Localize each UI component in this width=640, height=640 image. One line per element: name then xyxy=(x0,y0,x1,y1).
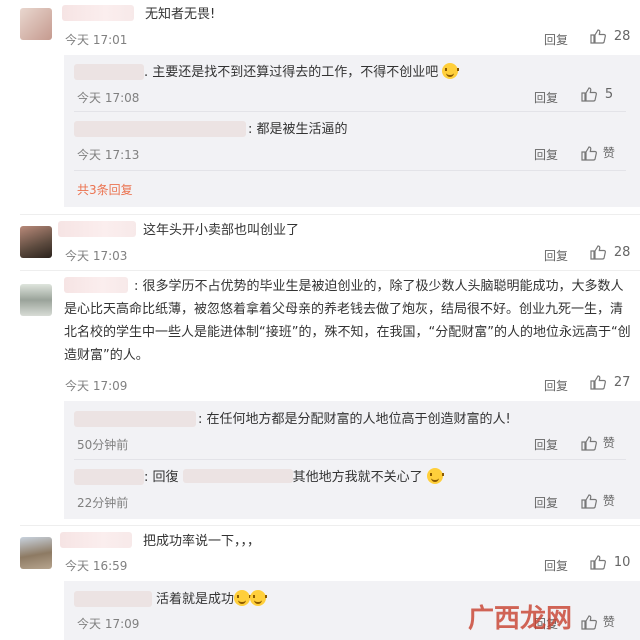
avatar[interactable] xyxy=(20,537,52,569)
comment-divider xyxy=(20,270,640,271)
avatar[interactable] xyxy=(20,226,52,258)
comment-divider xyxy=(20,214,640,215)
comment-line: 北名校的学生中一些人是能进体制“接班”的，殊不知，在我国，“分配财富”的人的地位… xyxy=(64,325,631,340)
comment-time: 今天 17:01 xyxy=(65,33,128,47)
expand-replies-link[interactable]: 共3条回复 xyxy=(77,181,133,198)
comment-time: 今天 17:09 xyxy=(65,379,128,393)
reply-text: . 主要还是找不到还算过得去的工作，不得不创业吧 xyxy=(144,63,460,83)
thumbs-up-icon xyxy=(590,29,606,44)
like-label: 赞 xyxy=(602,146,615,160)
comment-text: 这年头开小卖部也叫创业了 xyxy=(143,223,300,238)
reply-time: 22分钟前 xyxy=(77,496,129,510)
reply-text: : 在任何地方都是分配财富的人地位高于创造财富的人! xyxy=(198,412,511,427)
grin-emoji xyxy=(426,468,444,484)
comment-line: 造财富”的人。 xyxy=(64,348,149,363)
reply-username[interactable] xyxy=(74,591,152,607)
like-button[interactable]: 28 xyxy=(590,245,630,260)
reply-time: 今天 17:13 xyxy=(77,148,140,162)
reply-username[interactable] xyxy=(74,64,144,80)
watermark: 广西龙网 xyxy=(468,598,572,635)
like-button[interactable]: 28 xyxy=(590,29,630,44)
comment-time: 今天 17:03 xyxy=(65,249,128,263)
username[interactable] xyxy=(62,5,134,21)
comment-text: 把成功率说一下，，， xyxy=(143,534,261,549)
like-button[interactable]: 10 xyxy=(590,555,630,570)
username[interactable] xyxy=(58,221,136,237)
thumbs-up-icon xyxy=(581,615,597,630)
reply-time: 50分钟前 xyxy=(77,438,129,452)
reply-text: 活着就是成功 xyxy=(156,590,268,610)
reply-button[interactable]: 回复 xyxy=(544,557,568,574)
reply-button[interactable]: 回复 xyxy=(534,494,558,511)
like-label: 赞 xyxy=(602,494,615,508)
laugh-cry-emoji xyxy=(442,63,460,79)
reply-time: 今天 17:08 xyxy=(77,91,140,105)
thumbs-up-icon xyxy=(590,375,606,390)
like-button[interactable]: 赞 xyxy=(581,492,615,509)
like-count: 5 xyxy=(604,87,614,102)
like-button[interactable]: 赞 xyxy=(581,434,615,451)
username[interactable] xyxy=(60,532,132,548)
reply-username[interactable] xyxy=(74,411,196,427)
reply-button[interactable]: 回复 xyxy=(544,377,568,394)
like-button[interactable]: 5 xyxy=(581,87,613,102)
comment-divider xyxy=(20,525,640,526)
watermark-text: 广西龙网 xyxy=(468,604,573,634)
reply-text: : 都是被生活逼的 xyxy=(248,122,348,137)
laugh-cry-emoji xyxy=(250,590,268,606)
reply-time: 今天 17:09 xyxy=(77,617,140,631)
reply-text: : 回復 其他地方我就不关心了 xyxy=(144,468,444,488)
reply-username[interactable] xyxy=(74,469,144,485)
thumbs-up-icon xyxy=(581,494,597,509)
reply-button[interactable]: 回复 xyxy=(534,89,558,106)
comment-time: 今天 16:59 xyxy=(65,559,128,573)
like-button[interactable]: 赞 xyxy=(581,613,615,630)
like-count: 27 xyxy=(613,375,631,390)
like-label: 赞 xyxy=(602,436,615,450)
comment-line: : 很多学历不占优势的毕业生是被迫创业的，除了极少数人头脑聪明能成功，大多数人 xyxy=(134,279,624,294)
reply-button[interactable]: 回复 xyxy=(544,247,568,264)
like-count: 28 xyxy=(613,29,631,44)
avatar[interactable] xyxy=(20,284,52,316)
reply-mention[interactable] xyxy=(182,469,293,483)
reply-button[interactable]: 回复 xyxy=(534,436,558,453)
avatar[interactable] xyxy=(20,8,52,40)
reply-username[interactable] xyxy=(74,121,246,137)
comment-text: : 很多学历不占优势的毕业生是被迫创业的，除了极少数人头脑聪明能成功，大多数人 … xyxy=(64,275,640,367)
like-count: 10 xyxy=(613,555,631,570)
thumbs-up-icon xyxy=(581,146,597,161)
comment-line: 是心比天高命比纸薄，被忽悠着拿着父母亲的养老钱去做了炮灰，结局很不好。创业九死一… xyxy=(64,302,624,317)
thumbs-up-icon xyxy=(581,436,597,451)
divider xyxy=(74,170,626,171)
like-label: 赞 xyxy=(602,615,615,629)
like-button[interactable]: 赞 xyxy=(581,144,615,161)
like-count: 28 xyxy=(613,245,631,260)
thumbs-up-icon xyxy=(590,555,606,570)
divider xyxy=(74,111,626,112)
reply-button[interactable]: 回复 xyxy=(544,31,568,48)
divider xyxy=(74,459,626,460)
laugh-cry-emoji xyxy=(234,590,252,606)
thumbs-up-icon xyxy=(581,87,597,102)
comment-text: 无知者无畏! xyxy=(145,7,216,22)
reply-button[interactable]: 回复 xyxy=(534,146,558,163)
like-button[interactable]: 27 xyxy=(590,375,630,390)
thumbs-up-icon xyxy=(590,245,606,260)
